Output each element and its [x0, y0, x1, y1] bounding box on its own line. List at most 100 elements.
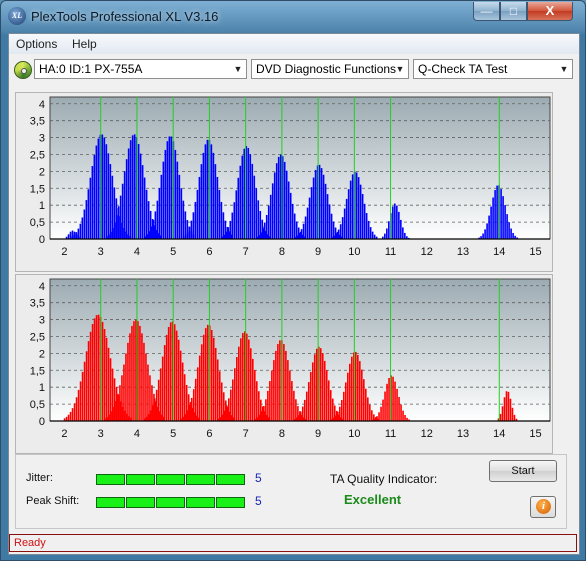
jitter-chart-bar [220, 201, 223, 239]
shift-chart-bar [143, 342, 145, 421]
jitter-chart-bar [396, 205, 398, 239]
info-button[interactable]: i [530, 496, 556, 518]
drive-select[interactable]: HA:0 ID:1 PX-755A ▼ [34, 59, 247, 79]
shift-chart-y-tick-label: 0,5 [30, 399, 45, 411]
jitter-chart-bar [73, 234, 76, 239]
jitter-chart-bar [77, 228, 80, 239]
jitter-chart-bar [146, 234, 149, 239]
shift-chart-bar [151, 405, 154, 421]
jitter-chart-bar [81, 217, 84, 239]
shift-chart-plot-area [49, 278, 551, 422]
jitter-chart-bar [176, 161, 179, 239]
shift-chart-bar [293, 390, 295, 421]
shift-chart-bar [392, 376, 394, 421]
shift-chart-bar [190, 397, 193, 421]
jitter-chart-bar [494, 190, 496, 239]
shift-chart-bar [186, 410, 189, 421]
jitter-chart-bar [341, 217, 344, 239]
jitter-chart-bar [500, 189, 502, 239]
jitter-chart-bar [357, 177, 360, 239]
jitter-chart-y-tick-label: 4 [39, 99, 45, 111]
jitter-chart-bar [291, 203, 294, 239]
jitter-histogram-svg: 4 3,5 3 2,5 2 1,5 1 0,5 0 2 3 4 5 6 7 8 9 10 11 12 13 14 15 [30, 96, 551, 258]
jitter-chart-bar [158, 188, 161, 239]
jitter-chart-bar [508, 222, 510, 239]
shift-chart-bar [388, 377, 390, 421]
menu-bar: Options Help [9, 34, 579, 54]
menu-options[interactable]: Options [16, 37, 57, 51]
jitter-chart-y-tick-label: 3,5 [30, 116, 45, 128]
function-select[interactable]: DVD Diagnostic Functions ▼ [251, 59, 409, 79]
jitter-chart-bar [404, 232, 406, 239]
jitter-chart-bar [156, 200, 159, 239]
jitter-chart-bar [225, 231, 228, 239]
shift-chart-bar [145, 353, 147, 421]
start-button[interactable]: Start [489, 460, 557, 482]
jitter-meter-segment [186, 474, 215, 485]
minimize-button[interactable]: — [473, 2, 500, 21]
jitter-chart-bar [347, 189, 350, 239]
jitter-chart-bar [506, 214, 508, 239]
test-select-value: Q-Check TA Test [418, 62, 508, 76]
shift-chart-bar [93, 318, 96, 421]
menu-help[interactable]: Help [72, 37, 97, 51]
jitter-chart-bar [168, 136, 171, 239]
shift-chart-bar [319, 348, 322, 421]
jitter-chart-bar [160, 174, 163, 239]
jitter-chart-bar [322, 174, 325, 239]
close-button[interactable]: X [527, 2, 573, 21]
title-bar[interactable]: XL PlexTools Professional XL V3.16 — □ X [1, 1, 585, 33]
jitter-chart-bar [139, 153, 142, 239]
jitter-chart-x-tick-label: 7 [243, 246, 249, 258]
shift-chart-bar [323, 360, 326, 421]
shift-chart-bar [175, 330, 178, 421]
shift-chart-bar [400, 404, 402, 421]
jitter-chart-x-tick-label: 8 [279, 246, 285, 258]
shift-chart-x-tick-label: 7 [243, 428, 249, 440]
client-area: Options Help HA:0 ID:1 PX-755A ▼ DVD Dia… [8, 33, 580, 555]
shift-chart-bar [386, 383, 388, 421]
shift-chart-bar [177, 339, 180, 421]
shift-chart-bar [149, 410, 152, 421]
shift-chart-bar [325, 370, 328, 421]
shift-chart-bar [309, 372, 312, 421]
jitter-chart-bar [180, 188, 183, 239]
shift-chart-bar [188, 404, 191, 421]
drive-select-value: HA:0 ID:1 PX-755A [39, 62, 143, 76]
shift-chart-bar [107, 347, 110, 421]
jitter-chart-bar [265, 214, 268, 239]
jitter-chart-bar [188, 226, 191, 239]
jitter-chart-bar [111, 227, 114, 239]
shift-chart-bar [123, 364, 125, 421]
shift-chart-bar [289, 370, 291, 421]
shift-chart-bar [329, 390, 332, 421]
window-title: PlexTools Professional XL V3.16 [31, 9, 219, 24]
jitter-chart-bar [261, 228, 264, 239]
shift-chart-bar [79, 381, 82, 421]
jitter-chart-y-tick-label: 2,5 [30, 149, 45, 161]
jitter-chart-bar [285, 170, 288, 239]
jitter-chart-bar [310, 187, 313, 239]
shift-chart-bar [380, 406, 382, 421]
shift-chart-bar [145, 416, 148, 421]
jitter-chart-bar [308, 197, 311, 239]
jitter-chart-bar [251, 163, 254, 239]
jitter-chart-bar [131, 135, 134, 239]
jitter-chart-bar [87, 189, 90, 239]
jitter-chart-bar [302, 223, 305, 239]
jitter-chart-bar [392, 206, 394, 239]
jitter-meter-segment [216, 474, 245, 485]
maximize-button[interactable]: □ [500, 2, 527, 21]
shift-chart-bar [265, 399, 267, 421]
shift-chart-bar [339, 406, 341, 421]
jitter-chart-bar [373, 234, 376, 239]
shift-chart-bar [252, 358, 254, 421]
jitter-chart-bar [400, 219, 402, 239]
jitter-chart-bar [184, 234, 187, 239]
jitter-chart-bar [235, 190, 238, 239]
shift-chart-y-tick-label: 3 [39, 315, 45, 327]
test-select[interactable]: Q-Check TA Test ▼ [413, 59, 573, 79]
jitter-chart-bar [97, 138, 100, 239]
jitter-chart-bar [194, 201, 197, 239]
shift-chart-bar [250, 348, 252, 421]
